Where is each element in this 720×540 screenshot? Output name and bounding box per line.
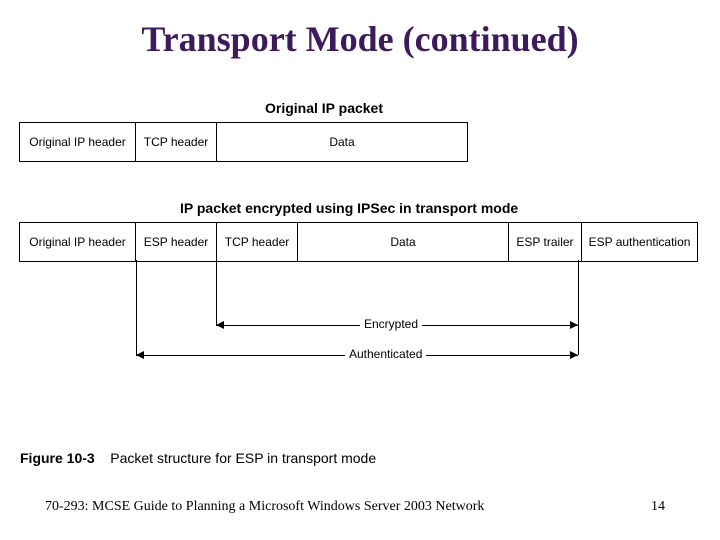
arrow-right-icon bbox=[570, 321, 578, 329]
bracket-line bbox=[216, 260, 217, 325]
cell-ipsec-esp-auth: ESP authentication bbox=[581, 222, 698, 262]
caption-number: Figure 10-3 bbox=[20, 450, 95, 466]
bracket-line bbox=[136, 260, 137, 355]
row-ipsec-packet: Original IP headerESP headerTCP headerDa… bbox=[20, 222, 698, 262]
footer-text: 70-293: MCSE Guide to Planning a Microso… bbox=[45, 499, 484, 515]
cell-ipsec-data: Data bbox=[297, 222, 509, 262]
label-authenticated: Authenticated bbox=[345, 347, 426, 361]
bracket-line bbox=[578, 260, 579, 325]
arrow-right-icon bbox=[570, 351, 578, 359]
cell-orig-tcp-header: TCP header bbox=[135, 122, 217, 162]
label-original-packet: Original IP packet bbox=[265, 100, 383, 116]
cell-orig-data: Data bbox=[216, 122, 468, 162]
figure-caption: Figure 10-3 Packet structure for ESP in … bbox=[20, 450, 376, 466]
cell-ipsec-tcp-header: TCP header bbox=[216, 222, 298, 262]
page-number: 14 bbox=[651, 499, 665, 515]
row-original-packet: Original IP headerTCP headerData bbox=[20, 122, 468, 162]
cell-ipsec-ip-header: Original IP header bbox=[19, 222, 136, 262]
label-ipsec-packet: IP packet encrypted using IPSec in trans… bbox=[180, 200, 518, 216]
arrow-left-icon bbox=[136, 351, 144, 359]
arrow-left-icon bbox=[216, 321, 224, 329]
cell-ipsec-esp-trailer: ESP trailer bbox=[508, 222, 582, 262]
cell-orig-ip-header: Original IP header bbox=[19, 122, 136, 162]
caption-text: Packet structure for ESP in transport mo… bbox=[110, 450, 376, 466]
slide: Transport Mode (continued) Original IP p… bbox=[0, 0, 720, 540]
cell-ipsec-esp-header: ESP header bbox=[135, 222, 217, 262]
slide-title: Transport Mode (continued) bbox=[0, 18, 720, 60]
bracket-line bbox=[578, 325, 579, 355]
label-encrypted: Encrypted bbox=[360, 317, 422, 331]
